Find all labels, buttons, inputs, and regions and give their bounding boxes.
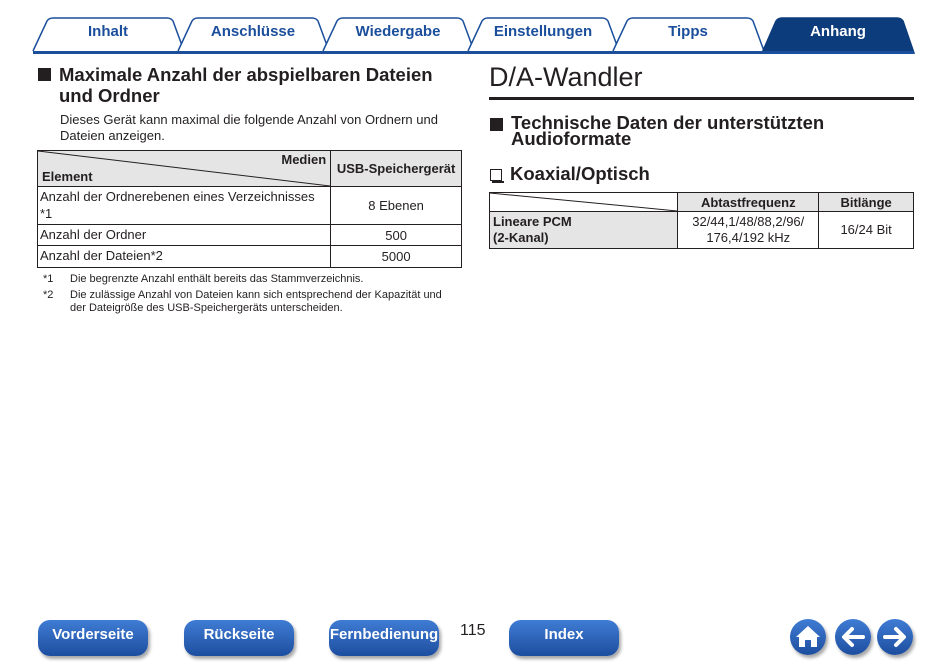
back-button[interactable] (835, 619, 871, 655)
cell-abtastfrequenz: 32/44,1/48/88,2/96/ 176,4/192 kHz (677, 211, 820, 249)
checkbox-bullet-icon (490, 169, 504, 183)
section-heading-max-files: Maximale Anzahl der abspielbaren Dateien… (38, 64, 458, 106)
table-row: Anzahl der Ordnerebenen eines Verzeichni… (36, 186, 462, 225)
row-label-ordnerebenen: Anzahl der Ordnerebenen eines Verzeichni… (36, 186, 332, 225)
col-header-usb: USB-Speichergerät (330, 150, 462, 187)
vorderseite-button[interactable]: Vorderseite (38, 620, 148, 656)
tab-anhang[interactable]: Anhang (778, 23, 898, 40)
row-label-line-1: Anzahl der Ordnerebenen eines Verzeichni… (40, 189, 315, 204)
tab-wiedergabe[interactable]: Wiedergabe (338, 23, 458, 40)
index-button[interactable]: Index (509, 620, 619, 656)
row-label-line-2: *1 (40, 206, 53, 221)
col-header-abtastfrequenz: Abtastfrequenz (677, 192, 820, 212)
bullet-square-icon (490, 118, 503, 131)
table-row: Anzahl der Ordner 500 (36, 224, 462, 246)
row-value-ordnerebenen: 8 Ebenen (330, 186, 462, 225)
cell-bitlaenge: 16/24 Bit (818, 211, 914, 249)
corner-header-cell: Medien Element (36, 150, 332, 187)
title-rule (489, 97, 914, 100)
arrow-right-icon (883, 627, 906, 647)
row-label-lineare-pcm: Lineare PCM (2-Kanal) (488, 211, 679, 249)
row-value-ordner: 500 (330, 224, 462, 246)
subheading-text: Koaxial/Optisch (510, 163, 650, 184)
tab-inhalt[interactable]: Inhalt (48, 23, 168, 40)
heading-line-2: und Ordner (59, 85, 160, 106)
footnote-2: *2 Die zulässige Anzahl von Dateien kann… (43, 289, 463, 316)
tab-einstellungen[interactable]: Einstellungen (483, 23, 603, 40)
forward-button[interactable] (877, 619, 913, 655)
home-button[interactable] (790, 619, 826, 655)
freq-line-1: 32/44,1/48/88,2/96/ (692, 214, 805, 229)
footnote-text: Die begrenzte Anzahl enthält bereits das… (70, 273, 364, 285)
row-label-dateien: Anzahl der Dateien*2 (36, 245, 332, 268)
intro-line-2: Dateien anzeigen. (60, 128, 165, 143)
footnote-text-line-2: der Dateigröße des USB-Speichergeräts un… (70, 302, 343, 314)
fernbedienung-button[interactable]: Fernbedienung (329, 620, 439, 656)
page-number: 115 (460, 622, 486, 639)
rueckseite-button[interactable]: Rückseite (184, 620, 294, 656)
home-icon (796, 626, 820, 647)
freq-line-2: 176,4/192 kHz (706, 230, 791, 245)
arrow-left-icon (842, 627, 865, 647)
intro-line-1: Dieses Gerät kann maximal die folgende A… (60, 112, 438, 127)
footnote-1: *1 Die begrenzte Anzahl enthält bereits … (43, 273, 463, 287)
subheading-koaxial-optisch: Koaxial/Optisch (490, 163, 650, 185)
row-value-dateien: 5000 (330, 245, 462, 268)
section-heading-audioformats: Technische Daten der unterstützten Audio… (490, 113, 914, 149)
corner-header-cell (488, 192, 679, 212)
footnote-mark: *2 (43, 288, 54, 301)
corner-label-medien: Medien (281, 152, 327, 167)
page-title: D/A-Wandler (489, 62, 643, 92)
footnotes: *1 Die begrenzte Anzahl enthält bereits … (43, 273, 463, 318)
table-row: Lineare PCM (2-Kanal) 32/44,1/48/88,2/96… (488, 211, 914, 249)
row-label-ordner: Anzahl der Ordner (36, 224, 332, 246)
tab-anschluesse[interactable]: Anschlüsse (193, 23, 313, 40)
max-files-table: Medien Element USB-Speichergerät Anzahl … (36, 150, 462, 268)
bullet-square-icon (38, 68, 51, 81)
tab-bar: Inhalt Anschlüsse Wiedergabe Einstellung… (0, 0, 950, 56)
tab-tipps[interactable]: Tipps (628, 23, 748, 40)
table-header-row: Abtastfrequenz Bitlänge (488, 192, 914, 212)
heading-line-1: Maximale Anzahl der abspielbaren Dateien (59, 64, 433, 85)
corner-label-element: Element (42, 169, 93, 184)
diagonal-line (490, 193, 677, 211)
footnote-text: Die zulässige Anzahl von Dateien kann si… (70, 288, 442, 301)
footnote-mark: *1 (43, 273, 54, 285)
intro-text: Dieses Gerät kann maximal die folgende A… (60, 112, 450, 144)
audio-format-table: Abtastfrequenz Bitlänge Lineare PCM (2-K… (488, 192, 914, 249)
row-label-line-2: (2-Kanal) (493, 230, 549, 245)
col-header-bitlaenge: Bitlänge (818, 192, 914, 212)
table-header-row: Medien Element USB-Speichergerät (36, 150, 462, 187)
table-row: Anzahl der Dateien*2 5000 (36, 245, 462, 268)
heading-line-2: Audioformate (511, 128, 632, 149)
row-label-line-1: Lineare PCM (493, 214, 572, 229)
